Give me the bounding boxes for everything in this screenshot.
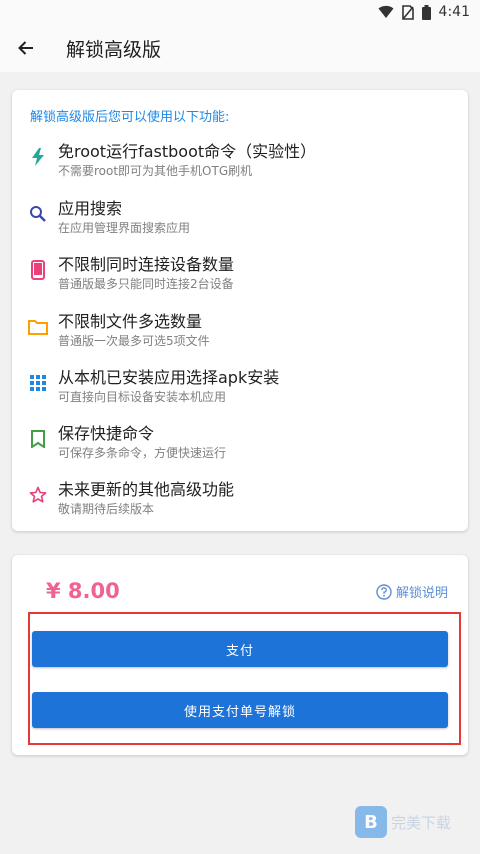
- app-bar: 解锁高级版: [0, 24, 480, 72]
- feature-title: 从本机已安装应用选择apk安装: [58, 368, 280, 387]
- folder-icon: [26, 315, 50, 339]
- bookmark-icon: [26, 427, 50, 451]
- feature-desc: 在应用管理界面搜索应用: [58, 221, 191, 235]
- feature-title: 不限制文件多选数量: [58, 312, 203, 331]
- feature-desc: 普通版最多只能同时连接2台设备: [58, 277, 234, 291]
- feature-desc: 可保存多条命令，方便快速运行: [58, 446, 227, 460]
- features-header: 解锁高级版后您可以使用以下功能:: [30, 110, 230, 125]
- feature-desc: 不需要root即可为其他手机OTG刷机: [58, 164, 253, 178]
- payment-card: ¥ 8.00 解锁说明 支付 使用支付单号解锁: [12, 555, 468, 755]
- page-title: 解锁高级版: [66, 38, 162, 61]
- status-bar: 4:41: [0, 0, 480, 24]
- watermark: B 完美下载: [355, 806, 451, 838]
- grid-icon: [26, 371, 50, 395]
- feature-item-app-search: 应用搜索 在应用管理界面搜索应用: [26, 195, 456, 239]
- feature-desc: 普通版一次最多可选5项文件: [58, 334, 210, 348]
- feature-item-future: 未来更新的其他高级功能 敬请期待后续版本: [26, 476, 456, 520]
- lightning-icon: [26, 145, 50, 169]
- feature-desc: 可直接向目标设备安装本机应用: [58, 390, 227, 404]
- search-icon: [26, 202, 50, 226]
- feature-title: 未来更新的其他高级功能: [58, 480, 235, 499]
- price-label: ¥ 8.00: [46, 579, 120, 603]
- help-circle-icon: [376, 583, 392, 600]
- feature-title: 不限制同时连接设备数量: [58, 255, 235, 274]
- battery-icon: [421, 4, 431, 20]
- unlock-by-order-button[interactable]: 使用支付单号解锁: [32, 692, 448, 728]
- star-outline-icon: [26, 483, 50, 507]
- feature-desc: 敬请期待后续版本: [58, 502, 155, 516]
- feature-title: 应用搜索: [58, 199, 123, 218]
- status-time: 4:41: [438, 4, 470, 20]
- arrow-left-icon: [18, 41, 33, 55]
- unlock-help-label: 解锁说明: [395, 586, 448, 601]
- phone-icon: [26, 258, 50, 282]
- feature-item-multi-select: 不限制文件多选数量 普通版一次最多可选5项文件: [26, 308, 456, 352]
- feature-title: 保存快捷命令: [58, 424, 155, 443]
- feature-title: 免root运行fastboot命令（实验性）: [58, 142, 317, 161]
- feature-item-shortcuts: 保存快捷命令 可保存多条命令，方便快速运行: [26, 420, 456, 464]
- watermark-text: 完美下载: [391, 813, 452, 832]
- wifi-icon: [378, 5, 394, 19]
- watermark-logo-icon: B: [355, 806, 387, 838]
- feature-item-fastboot: 免root运行fastboot命令（实验性） 不需要root即可为其他手机OTG…: [26, 138, 456, 182]
- no-sim-icon: [401, 4, 414, 20]
- back-button[interactable]: [2, 24, 50, 72]
- feature-item-apk-install: 从本机已安装应用选择apk安装 可直接向目标设备安装本机应用: [26, 364, 456, 408]
- pay-button[interactable]: 支付: [32, 631, 448, 667]
- feature-item-multi-device: 不限制同时连接设备数量 普通版最多只能同时连接2台设备: [26, 251, 456, 295]
- unlock-help-link[interactable]: 解锁说明: [376, 582, 448, 601]
- features-card: 解锁高级版后您可以使用以下功能: 免root运行fastboot命令（实验性） …: [12, 90, 468, 531]
